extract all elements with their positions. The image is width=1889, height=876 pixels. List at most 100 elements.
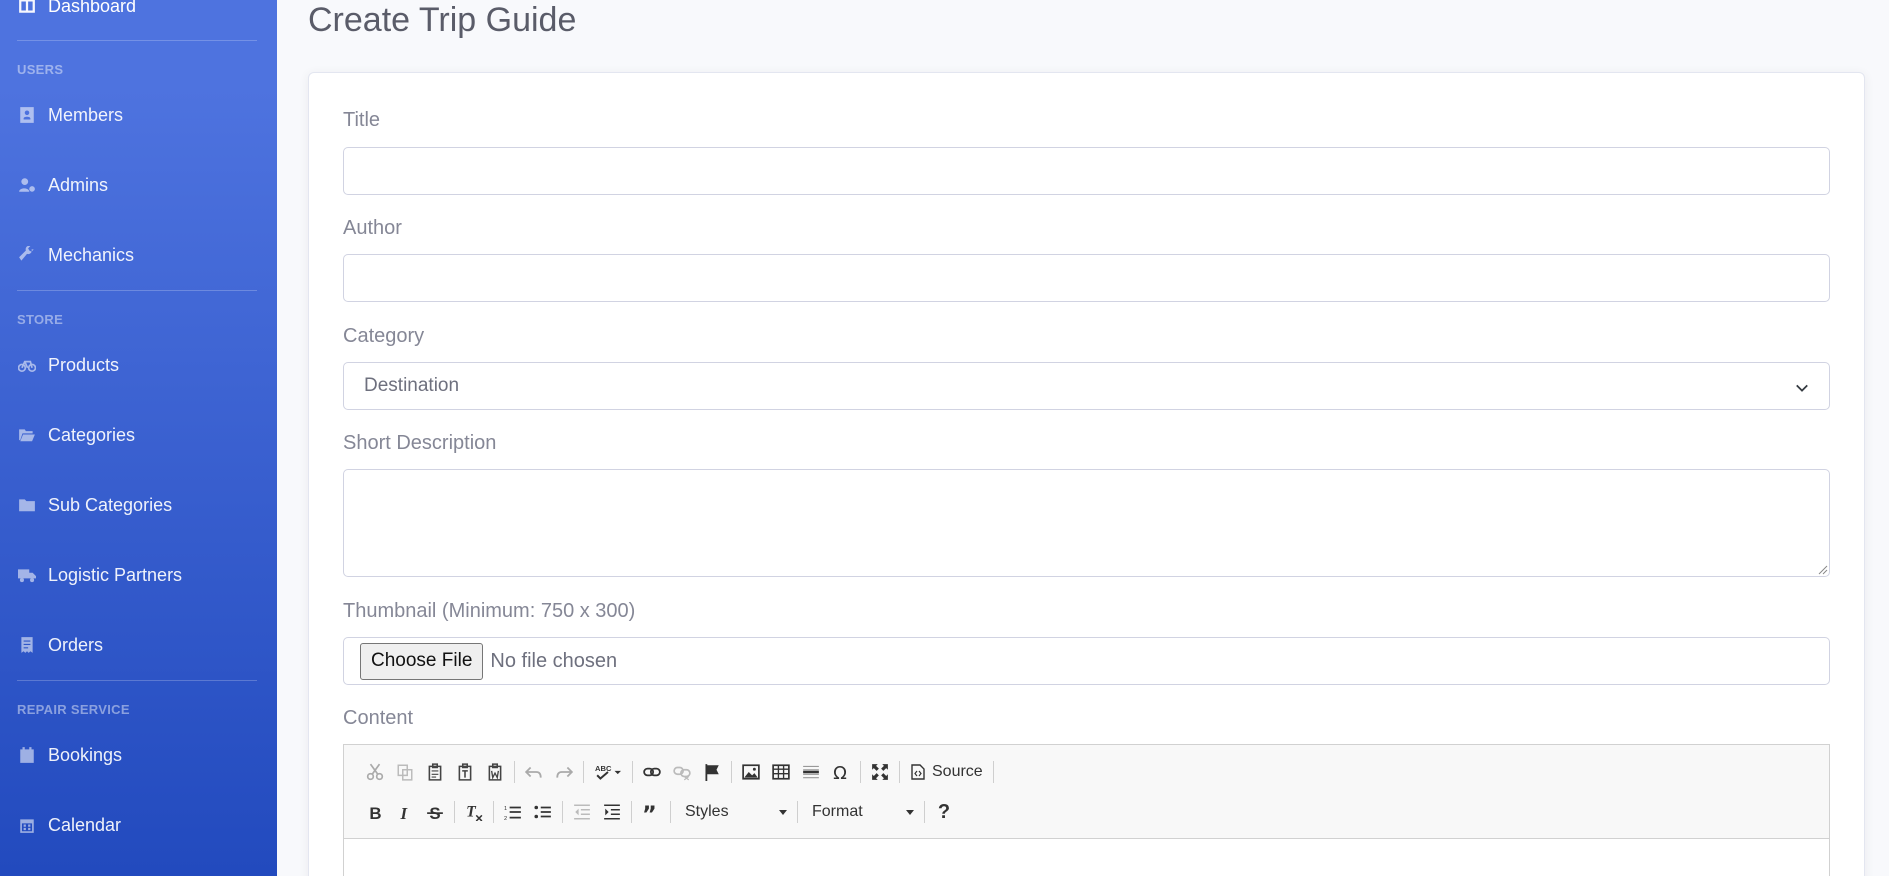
toolbar-separator bbox=[493, 801, 494, 823]
source-label: Source bbox=[932, 763, 983, 780]
title-input[interactable] bbox=[343, 147, 1830, 195]
address-card-icon bbox=[17, 105, 37, 125]
toolbar-separator bbox=[899, 761, 900, 783]
special-character-icon[interactable]: Ω bbox=[826, 757, 856, 787]
sidebar-item-categories[interactable]: Categories bbox=[0, 415, 277, 455]
choose-file-button[interactable]: Choose File bbox=[360, 642, 484, 680]
bicycle-icon bbox=[17, 355, 37, 375]
svg-text:2: 2 bbox=[504, 816, 507, 821]
sidebar-item-calendar[interactable]: Calendar bbox=[0, 805, 277, 845]
folder-icon bbox=[17, 495, 37, 515]
user-cog-icon bbox=[17, 175, 37, 195]
image-icon[interactable] bbox=[736, 757, 766, 787]
wrench-icon bbox=[17, 245, 37, 265]
unlink-icon[interactable] bbox=[667, 757, 697, 787]
maximize-icon[interactable] bbox=[865, 757, 895, 787]
styles-dropdown[interactable]: Styles bbox=[675, 797, 793, 827]
sidebar-item-label: Members bbox=[48, 104, 124, 125]
undo-icon[interactable] bbox=[519, 757, 549, 787]
sidebar-item-label: Admins bbox=[48, 174, 109, 195]
sidebar-divider bbox=[17, 290, 257, 291]
toolbar-separator bbox=[924, 801, 925, 823]
svg-text:ABC: ABC bbox=[595, 764, 612, 773]
svg-text:I: I bbox=[400, 804, 409, 821]
truck-icon bbox=[17, 565, 37, 585]
spellcheck-icon[interactable]: ABC bbox=[588, 757, 628, 787]
resize-grip-icon[interactable] bbox=[1818, 565, 1828, 575]
sidebar-item-mechanics[interactable]: Mechanics bbox=[0, 235, 277, 275]
category-label: Category bbox=[343, 325, 425, 347]
source-button[interactable]: Source bbox=[904, 757, 989, 787]
dropdown-arrow-icon bbox=[779, 809, 787, 815]
file-status-text: No file chosen bbox=[490, 649, 618, 672]
toolbar-separator bbox=[631, 801, 632, 823]
outdent-icon[interactable] bbox=[567, 797, 597, 827]
italic-icon[interactable]: I bbox=[390, 797, 420, 827]
sidebar-divider bbox=[17, 40, 257, 41]
receipt-icon bbox=[17, 635, 37, 655]
sidebar-item-label: Products bbox=[48, 354, 120, 375]
sidebar-item-label: Mechanics bbox=[48, 244, 135, 265]
format-label: Format bbox=[812, 803, 863, 820]
toolbar-separator bbox=[454, 801, 455, 823]
toolbar-separator bbox=[583, 761, 584, 783]
indent-icon[interactable] bbox=[597, 797, 627, 827]
sidebar-heading-repair-service: REPAIR SERVICE bbox=[17, 702, 130, 717]
sidebar-item-label: Categories bbox=[48, 424, 136, 445]
styles-label: Styles bbox=[685, 803, 729, 820]
sidebar-item-dashboard[interactable]: Dashboard bbox=[0, 0, 277, 26]
paste-from-word-icon[interactable] bbox=[480, 757, 510, 787]
strikethrough-icon[interactable]: S bbox=[420, 797, 450, 827]
bulleted-list-icon[interactable] bbox=[528, 797, 558, 827]
calendar-icon bbox=[17, 745, 37, 765]
numbered-list-icon[interactable]: 12 bbox=[498, 797, 528, 827]
anchor-flag-icon[interactable] bbox=[697, 757, 727, 787]
copy-icon[interactable] bbox=[390, 757, 420, 787]
content-label: Content bbox=[343, 707, 414, 729]
editor-toolbar-row-2: B I S T 12 ” Styles Format ? bbox=[360, 797, 959, 827]
sidebar-item-products[interactable]: Products bbox=[0, 345, 277, 385]
sidebar-heading-store: STORE bbox=[17, 312, 64, 327]
sidebar: Dashboard USERS Members Admins Mechanics… bbox=[0, 0, 277, 876]
svg-text:B: B bbox=[369, 804, 381, 821]
redo-icon[interactable] bbox=[549, 757, 579, 787]
table-columns-icon bbox=[17, 0, 37, 16]
help-icon[interactable]: ? bbox=[929, 797, 959, 827]
sidebar-item-logistic-partners[interactable]: Logistic Partners bbox=[0, 555, 277, 595]
page-title: Create Trip Guide bbox=[308, 1, 577, 39]
thumbnail-file-input[interactable]: Choose File No file chosen bbox=[343, 637, 1830, 685]
paste-icon[interactable] bbox=[420, 757, 450, 787]
short-description-wrapper bbox=[343, 469, 1830, 577]
category-select[interactable]: Destination bbox=[343, 362, 1830, 410]
sidebar-item-bookings[interactable]: Bookings bbox=[0, 735, 277, 775]
format-dropdown[interactable]: Format bbox=[802, 797, 920, 827]
paste-text-icon[interactable] bbox=[450, 757, 480, 787]
sidebar-item-label: Orders bbox=[48, 634, 104, 655]
toolbar-separator bbox=[514, 761, 515, 783]
sidebar-item-sub-categories[interactable]: Sub Categories bbox=[0, 485, 277, 525]
sidebar-item-orders[interactable]: Orders bbox=[0, 625, 277, 665]
toolbar-separator bbox=[797, 801, 798, 823]
blockquote-icon[interactable]: ” bbox=[636, 797, 666, 827]
horizontal-line-icon[interactable] bbox=[796, 757, 826, 787]
folder-open-icon bbox=[17, 425, 37, 445]
table-icon[interactable] bbox=[766, 757, 796, 787]
cut-icon[interactable] bbox=[360, 757, 390, 787]
source-icon bbox=[911, 764, 925, 780]
svg-text:Ω: Ω bbox=[833, 763, 847, 781]
sidebar-item-label: Dashboard bbox=[48, 0, 137, 16]
content-editor: ABC Ω Source B I S T 12 ” Style bbox=[343, 744, 1830, 876]
title-label: Title bbox=[343, 109, 381, 131]
short-description-textarea[interactable] bbox=[343, 469, 1830, 577]
toolbar-separator bbox=[562, 801, 563, 823]
link-icon[interactable] bbox=[637, 757, 667, 787]
chevron-down-icon bbox=[1795, 379, 1809, 393]
author-input[interactable] bbox=[343, 254, 1830, 302]
remove-format-icon[interactable]: T bbox=[459, 797, 489, 827]
editor-content-area[interactable] bbox=[344, 838, 1829, 876]
sidebar-item-label: Sub Categories bbox=[48, 494, 173, 515]
toolbar-separator bbox=[860, 761, 861, 783]
bold-icon[interactable]: B bbox=[360, 797, 390, 827]
sidebar-item-admins[interactable]: Admins bbox=[0, 165, 277, 205]
sidebar-item-members[interactable]: Members bbox=[0, 95, 277, 135]
